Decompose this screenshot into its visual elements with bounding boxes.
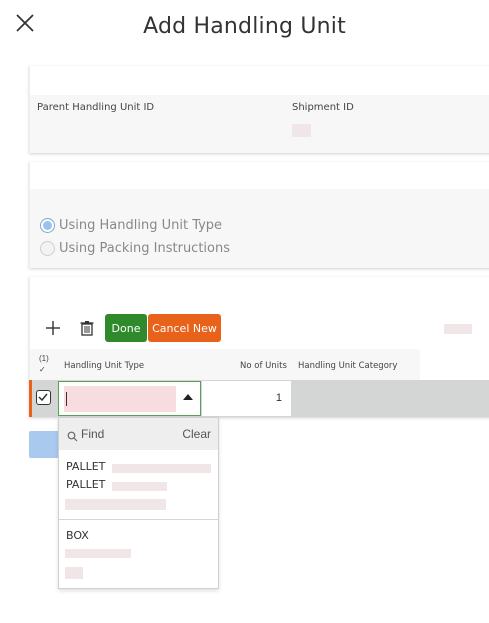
radio-handling-unit-type[interactable] [40, 218, 55, 233]
option-name: PALLET [66, 478, 106, 491]
clear-button[interactable]: Clear [182, 427, 211, 441]
no-of-units-cell[interactable]: 1 [202, 381, 291, 416]
radio-packing-instructions[interactable] [40, 241, 55, 256]
handling-unit-type-cell[interactable] [58, 381, 201, 416]
search-icon [67, 429, 78, 442]
row-checkbox[interactable] [36, 390, 51, 405]
selected-count: (1) [39, 354, 49, 363]
add-handling-unit-dialog: Add Handling Unit Parent Handling Unit I… [0, 0, 489, 623]
primary-action-button[interactable] [29, 431, 59, 458]
handling-unit-type-input[interactable] [64, 386, 176, 412]
option-detail-placeholder [65, 499, 166, 510]
select-all-check[interactable]: ✓ [39, 365, 46, 374]
dropdown-arrow-icon[interactable] [183, 394, 193, 400]
done-button[interactable]: Done [105, 314, 147, 342]
mode-card: Using Handling Unit Type Using Packing I… [29, 162, 489, 268]
shipment-id-value [292, 124, 311, 137]
column-no-of-units[interactable]: No of Units [240, 361, 287, 371]
dropdown-search-bar[interactable]: Find Clear [59, 418, 218, 450]
cancel-new-button[interactable]: Cancel New [148, 314, 221, 342]
column-handling-unit-category[interactable]: Handling Unit Category [298, 361, 397, 371]
toolbar-placeholder [444, 324, 472, 334]
parent-handling-unit-id-label: Parent Handling Unit ID [37, 102, 155, 113]
row-active-indicator [29, 380, 32, 417]
option-detail-placeholder [65, 567, 83, 579]
dropdown-option-box[interactable]: BOX [59, 520, 218, 588]
dropdown-option-pallet[interactable]: PALLET PALLET [59, 451, 218, 519]
lines-card: Done Cancel New (1) ✓ Handling Unit Type… [29, 277, 489, 417]
plus-icon[interactable] [44, 319, 62, 337]
option-description-placeholder [112, 482, 167, 491]
radio-packing-instructions-label[interactable]: Using Packing Instructions [59, 241, 230, 256]
identity-card: Parent Handling Unit ID Shipment ID [29, 66, 489, 153]
option-description-placeholder [65, 549, 131, 558]
table-header: (1) ✓ Handling Unit Type No of Units Han… [30, 349, 420, 380]
text-caret [66, 392, 67, 406]
radio-handling-unit-type-label[interactable]: Using Handling Unit Type [59, 218, 222, 233]
handling-unit-type-dropdown: Find Clear PALLET PALLET BOX [58, 417, 219, 589]
column-handling-unit-type[interactable]: Handling Unit Type [64, 361, 144, 371]
option-code: BOX [66, 529, 89, 542]
shipment-id-label: Shipment ID [292, 102, 354, 113]
option-description-placeholder [112, 464, 211, 473]
no-of-units-value[interactable]: 1 [276, 392, 282, 404]
option-code: PALLET [66, 460, 106, 473]
trash-icon[interactable] [78, 319, 96, 337]
page-title: Add Handling Unit [143, 14, 346, 39]
find-input[interactable]: Find [81, 427, 104, 441]
